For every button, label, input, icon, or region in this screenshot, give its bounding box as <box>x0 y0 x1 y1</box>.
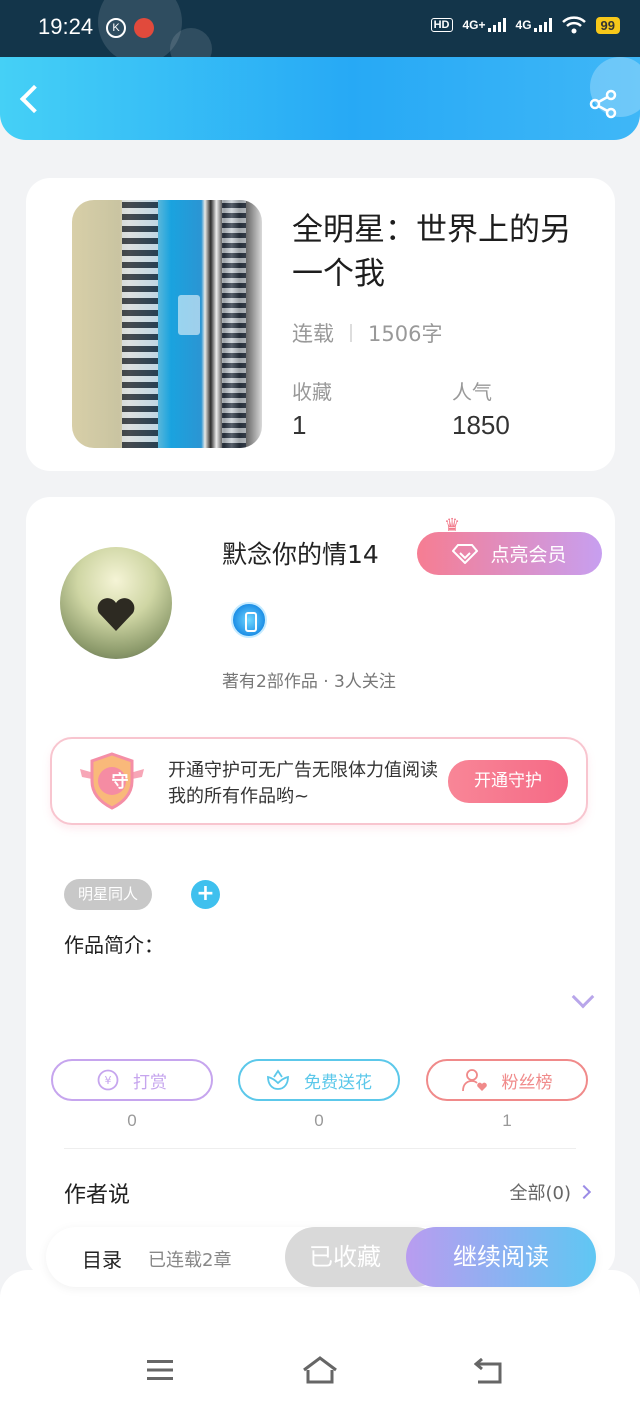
author-name[interactable]: 默念你的情14 <box>222 535 379 571</box>
author-says-label: 作者说 <box>64 1183 131 1208</box>
menu-icon[interactable] <box>146 1358 174 1382</box>
4g-plus-signal-icon: 4G+ <box>463 18 506 32</box>
status-bar: 19:24 K HD 4G+ 4G 99 <box>0 0 640 70</box>
collected-label: 已收藏 <box>309 1243 381 1271</box>
4g-signal-icon: 4G <box>516 18 552 32</box>
signal-bars-icon <box>533 18 552 32</box>
send-flower-label: 免费送花 <box>304 1072 372 1093</box>
fan-rank-label: 粉丝榜 <box>501 1072 553 1093</box>
open-guard-button[interactable]: 开通守护 <box>448 760 568 803</box>
fan-count: 1 <box>502 1111 512 1130</box>
divider <box>350 324 352 342</box>
book-title: 全明星：世界上的另一个我 <box>292 212 571 292</box>
guard-promo-text: 开通守护可无广告无限体力值阅读我的所有作品哟~ <box>168 760 438 807</box>
vip-button[interactable]: 点亮会员 <box>417 532 602 575</box>
toc-button[interactable]: 目录 <box>82 1244 122 1273</box>
top-app-bar <box>0 57 640 140</box>
system-navigation-bar <box>0 1270 640 1408</box>
guard-promo-banner: 守 开通守护可无广告无限体力值阅读我的所有作品哟~ 开通守护 <box>50 737 588 825</box>
cover-banner <box>178 295 200 335</box>
favorites-value: 1 <box>292 410 307 440</box>
continue-reading-button[interactable]: 继续阅读 <box>406 1227 596 1287</box>
vip-button-label: 点亮会员 <box>490 544 567 566</box>
send-flower-button[interactable]: 免费送花 <box>238 1059 400 1101</box>
yen-coin-icon: ¥ <box>97 1069 119 1091</box>
avatar[interactable] <box>60 547 172 659</box>
author-says-all-link[interactable]: 全部(0) <box>509 1179 592 1205</box>
book-info-card: 全明星：世界上的另一个我 连载 1506字 收藏 1 人气 1850 <box>26 178 615 471</box>
popularity-value: 1850 <box>452 410 510 440</box>
book-status-row: 连载 1506字 <box>292 318 442 348</box>
add-tag-button[interactable]: + <box>191 880 220 909</box>
chevron-left-icon[interactable] <box>19 84 49 114</box>
flower-count: 0 <box>314 1111 324 1130</box>
favorites-label: 收藏 <box>292 380 332 404</box>
flower-icon <box>267 1069 289 1090</box>
serial-status: 连载 <box>292 322 334 346</box>
share-icon[interactable] <box>588 89 618 119</box>
signal1-label: 4G+ <box>462 18 486 32</box>
hd-icon: HD <box>430 18 453 32</box>
back-icon[interactable] <box>474 1358 504 1384</box>
status-right-icons: HD 4G+ 4G 99 <box>430 16 620 34</box>
chevron-down-icon[interactable] <box>571 985 595 1009</box>
cover-crowd-left <box>122 200 158 448</box>
bottom-action-bar: 目录 已连载2章 已收藏 继续阅读 <box>46 1227 596 1287</box>
svg-text:¥: ¥ <box>105 1074 112 1087</box>
author-info-card: 默念你的情14 ♛ 点亮会员 著有2部作品 · 3人关注 守 开通守护可无广告无… <box>26 497 615 1277</box>
tip-button[interactable]: ¥ 打赏 <box>51 1059 213 1101</box>
chevron-right-icon <box>576 1184 592 1200</box>
divider <box>64 1148 576 1149</box>
home-icon[interactable] <box>302 1356 338 1384</box>
cover-crowd-right <box>222 200 246 448</box>
tip-label: 打赏 <box>133 1072 167 1093</box>
heart-hands-image <box>97 598 135 631</box>
popularity-label: 人气 <box>452 380 492 404</box>
wifi-icon <box>561 16 586 34</box>
k-circle-icon: K <box>106 18 126 38</box>
diamond-icon <box>452 543 479 564</box>
book-cover-image[interactable] <box>72 200 262 448</box>
intro-label: 作品简介： <box>64 933 164 957</box>
all-link-label: 全部(0) <box>509 1183 572 1204</box>
tag-chip[interactable]: 明星同人 <box>64 879 153 910</box>
fan-user-heart-icon <box>461 1069 487 1092</box>
word-count: 1506字 <box>368 322 443 346</box>
weibo-icon <box>134 18 154 38</box>
level-badge-icon <box>231 602 267 638</box>
signal-bars-icon <box>487 18 506 32</box>
fan-rank-button[interactable]: 粉丝榜 <box>426 1059 588 1101</box>
battery-indicator: 99 <box>595 16 620 34</box>
clock: 19:24 <box>38 14 94 39</box>
guard-icon-char: 守 <box>111 772 129 792</box>
chapters-count: 已连载2章 <box>148 1250 232 1271</box>
author-meta: 著有2部作品 · 3人关注 <box>222 672 396 692</box>
signal2-label: 4G <box>515 18 532 32</box>
tip-count: 0 <box>127 1111 137 1130</box>
